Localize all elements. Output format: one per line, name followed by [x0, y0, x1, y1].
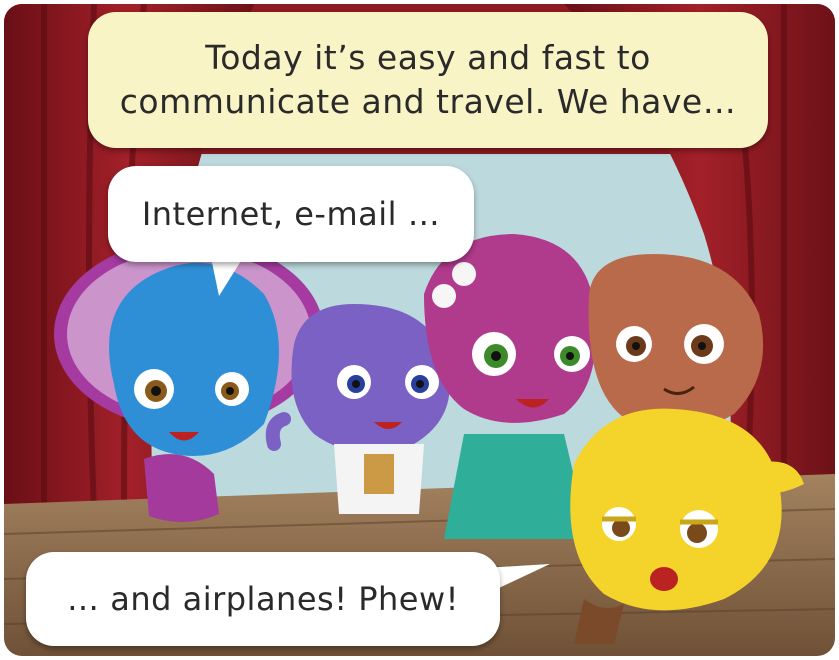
speech-bubble-2: … and airplanes! Phew! — [26, 552, 500, 646]
speech-bubble-2-text: … and airplanes! Phew! — [67, 580, 459, 618]
speech-bubble-1: Internet, e-mail … — [108, 166, 474, 262]
narration-box: Today it’s easy and fast to communicate … — [88, 12, 768, 148]
narration-line-1: Today it’s easy and fast to — [205, 38, 651, 77]
narration-line-2: communicate and travel. We have… — [119, 82, 737, 121]
comic-panel: Today it’s easy and fast to communicate … — [4, 4, 835, 656]
speech-bubble-1-text: Internet, e-mail … — [141, 195, 441, 233]
